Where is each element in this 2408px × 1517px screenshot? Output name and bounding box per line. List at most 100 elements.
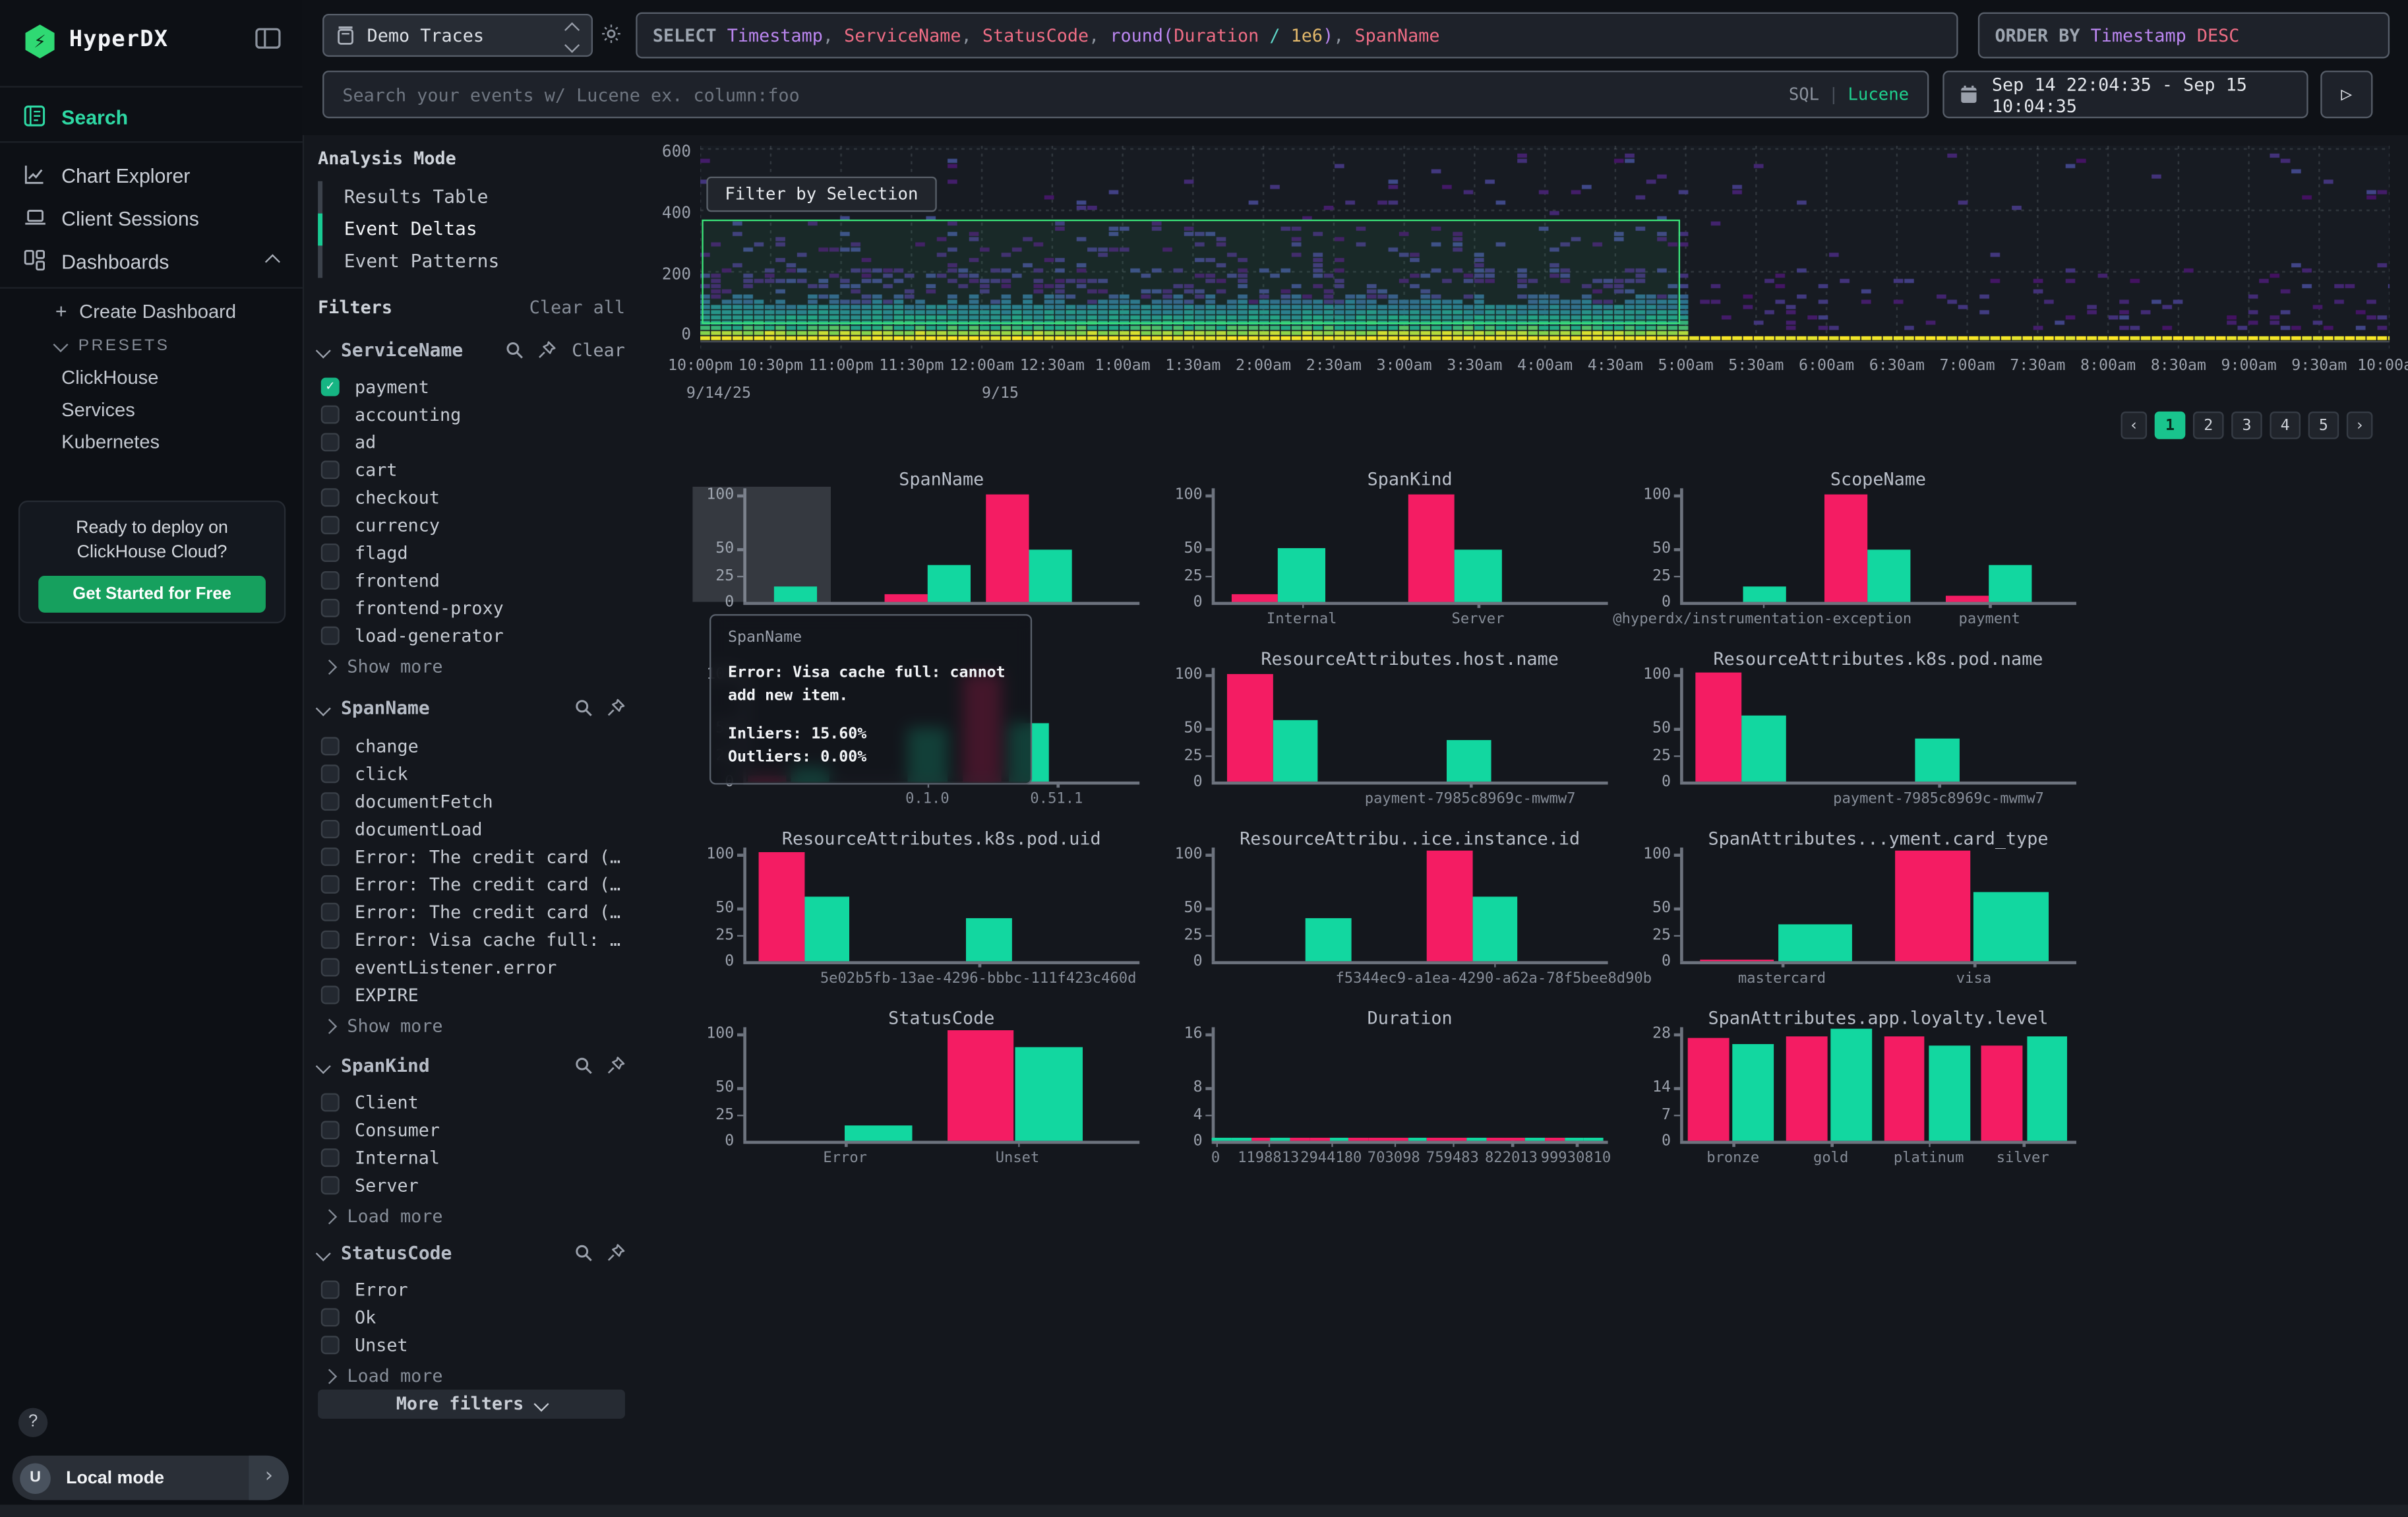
filter-option-eventlistener-error[interactable]: eventListener.error: [321, 955, 625, 979]
inlier-bar[interactable]: [1831, 1028, 1872, 1141]
outlier-bar[interactable]: [1349, 1138, 1369, 1141]
filter-option-error-visa-cache-full-[interactable]: Error: Visa cache full: …: [321, 927, 625, 952]
filter-show-more[interactable]: Show more: [324, 1015, 442, 1037]
outlier-bar[interactable]: [1981, 1045, 2022, 1141]
filter-option-error-the-credit-card-[interactable]: Error: The credit card (…: [321, 900, 625, 924]
checkbox-unchecked[interactable]: [321, 1308, 340, 1326]
inlier-bar[interactable]: [1741, 715, 1786, 782]
sidebar-subitem-services[interactable]: Services: [0, 396, 364, 423]
filter-option-frontend[interactable]: frontend: [321, 568, 625, 592]
sidebar-subitem-create-dashboard[interactable]: +Create Dashboard: [0, 298, 303, 325]
inlier-bar[interactable]: [775, 586, 818, 602]
filter-option-load-generator[interactable]: load-generator: [321, 623, 625, 648]
pagination-page-1[interactable]: 1: [2155, 412, 2186, 439]
pin-icon[interactable]: [538, 341, 557, 359]
clear-all-button[interactable]: Clear all: [529, 296, 625, 318]
pin-icon[interactable]: [607, 1244, 625, 1262]
checkbox-unchecked[interactable]: [321, 903, 340, 921]
checkbox-unchecked[interactable]: [321, 931, 340, 949]
filter-option-client[interactable]: Client: [321, 1090, 625, 1115]
outlier-bar[interactable]: [1544, 1138, 1564, 1141]
sidebar-collapse-icon[interactable]: [255, 28, 282, 49]
source-select[interactable]: Demo Traces: [322, 14, 593, 57]
language-toggle[interactable]: SQL|Lucene: [1789, 84, 1909, 104]
checkbox-unchecked[interactable]: [321, 1148, 340, 1167]
pagination-prev[interactable]: ‹: [2121, 412, 2147, 439]
outlier-bar[interactable]: [1227, 674, 1272, 781]
checkbox-unchecked[interactable]: [321, 406, 340, 424]
outlier-bar[interactable]: [1231, 594, 1278, 602]
outlier-bar[interactable]: [1251, 1138, 1271, 1141]
outlier-bar[interactable]: [1427, 851, 1472, 961]
checkbox-unchecked[interactable]: [321, 627, 340, 645]
outlier-bar[interactable]: [1290, 1138, 1309, 1141]
filter-option-error-the-credit-card-[interactable]: Error: The credit card (…: [321, 872, 625, 896]
inlier-bar[interactable]: [1778, 923, 1853, 961]
checkbox-unchecked[interactable]: [321, 599, 340, 617]
filter-option-error-the-credit-card-[interactable]: Error: The credit card (…: [321, 844, 625, 869]
inlier-bar[interactable]: [1231, 1138, 1251, 1141]
order-by-input[interactable]: ORDER BY Timestamp DESC: [1978, 13, 2390, 59]
inlier-bar[interactable]: [1973, 892, 2048, 962]
inlier-bar[interactable]: [1989, 565, 2032, 602]
chevron-down-icon[interactable]: [316, 1058, 331, 1073]
filter-option-payment[interactable]: ✓payment: [321, 375, 625, 399]
inlier-bar[interactable]: [1279, 548, 1325, 602]
outlier-bar[interactable]: [884, 594, 927, 602]
get-started-button[interactable]: Get Started for Free: [38, 576, 266, 613]
inlier-bar[interactable]: [1743, 586, 1786, 602]
checkbox-unchecked[interactable]: [321, 764, 340, 783]
outlier-bar[interactable]: [1884, 1036, 1925, 1141]
outlier-bar[interactable]: [1696, 672, 1741, 782]
checkbox-unchecked[interactable]: [321, 1121, 340, 1139]
inlier-bar[interactable]: [1564, 1138, 1584, 1141]
filter-load-more[interactable]: Load more: [324, 1205, 442, 1227]
inlier-bar[interactable]: [1271, 1138, 1290, 1141]
inlier-bar[interactable]: [804, 897, 849, 961]
outlier-bar[interactable]: [1825, 495, 1868, 602]
inlier-bar[interactable]: [1447, 741, 1491, 782]
filter-option-cart[interactable]: cart: [321, 458, 625, 482]
inlier-bar[interactable]: [967, 918, 1011, 961]
filter-option-accounting[interactable]: accounting: [321, 402, 625, 427]
filter-option-consumer[interactable]: Consumer: [321, 1118, 625, 1142]
filter-show-more[interactable]: Show more: [324, 656, 442, 677]
filter-option-checkout[interactable]: checkout: [321, 485, 625, 510]
checkbox-unchecked[interactable]: [321, 571, 340, 590]
filter-option-flagd[interactable]: flagd: [321, 540, 625, 565]
chevron-down-icon[interactable]: [316, 700, 331, 716]
pagination-page-5[interactable]: 5: [2308, 412, 2339, 439]
outlier-bar[interactable]: [1786, 1036, 1826, 1141]
chevron-down-icon[interactable]: [316, 342, 331, 357]
checkbox-unchecked[interactable]: [321, 433, 340, 451]
checkbox-unchecked[interactable]: [321, 1093, 340, 1111]
heatmap-selection-region[interactable]: [702, 220, 1680, 324]
outlier-bar[interactable]: [759, 851, 804, 961]
inlier-bar[interactable]: [1868, 551, 1911, 602]
checkbox-checked[interactable]: ✓: [321, 378, 340, 396]
pin-icon[interactable]: [607, 698, 625, 717]
outlier-bar[interactable]: [1368, 1138, 1388, 1141]
checkbox-unchecked[interactable]: [321, 516, 340, 534]
filter-option-server[interactable]: Server: [321, 1173, 625, 1198]
filter-option-error[interactable]: Error: [321, 1278, 625, 1302]
checkbox-unchecked[interactable]: [321, 543, 340, 562]
filter-load-more[interactable]: Load more: [324, 1365, 442, 1387]
search-icon[interactable]: [574, 1057, 593, 1075]
outlier-bar[interactable]: [1309, 1138, 1329, 1141]
inlier-bar[interactable]: [1915, 739, 1960, 782]
outlier-bar[interactable]: [1896, 851, 1970, 961]
gear-icon[interactable]: [601, 23, 622, 45]
sql-select-input[interactable]: SELECT Timestamp, ServiceName, StatusCod…: [636, 13, 1958, 59]
sidebar-subitem-kubernetes[interactable]: Kubernetes: [0, 428, 364, 454]
checkbox-unchecked[interactable]: [321, 737, 340, 755]
outlier-bar[interactable]: [1427, 1138, 1447, 1141]
inlier-bar[interactable]: [1466, 1138, 1486, 1141]
filter-by-selection-button[interactable]: Filter by Selection: [706, 177, 936, 212]
filter-option-change[interactable]: change: [321, 734, 625, 758]
inlier-bar[interactable]: [1306, 918, 1350, 961]
filter-option-click[interactable]: click: [321, 762, 625, 786]
filter-clear-button[interactable]: Clear: [572, 339, 625, 361]
search-icon[interactable]: [506, 341, 524, 359]
sidebar-item-dashboards[interactable]: Dashboards: [0, 239, 303, 282]
